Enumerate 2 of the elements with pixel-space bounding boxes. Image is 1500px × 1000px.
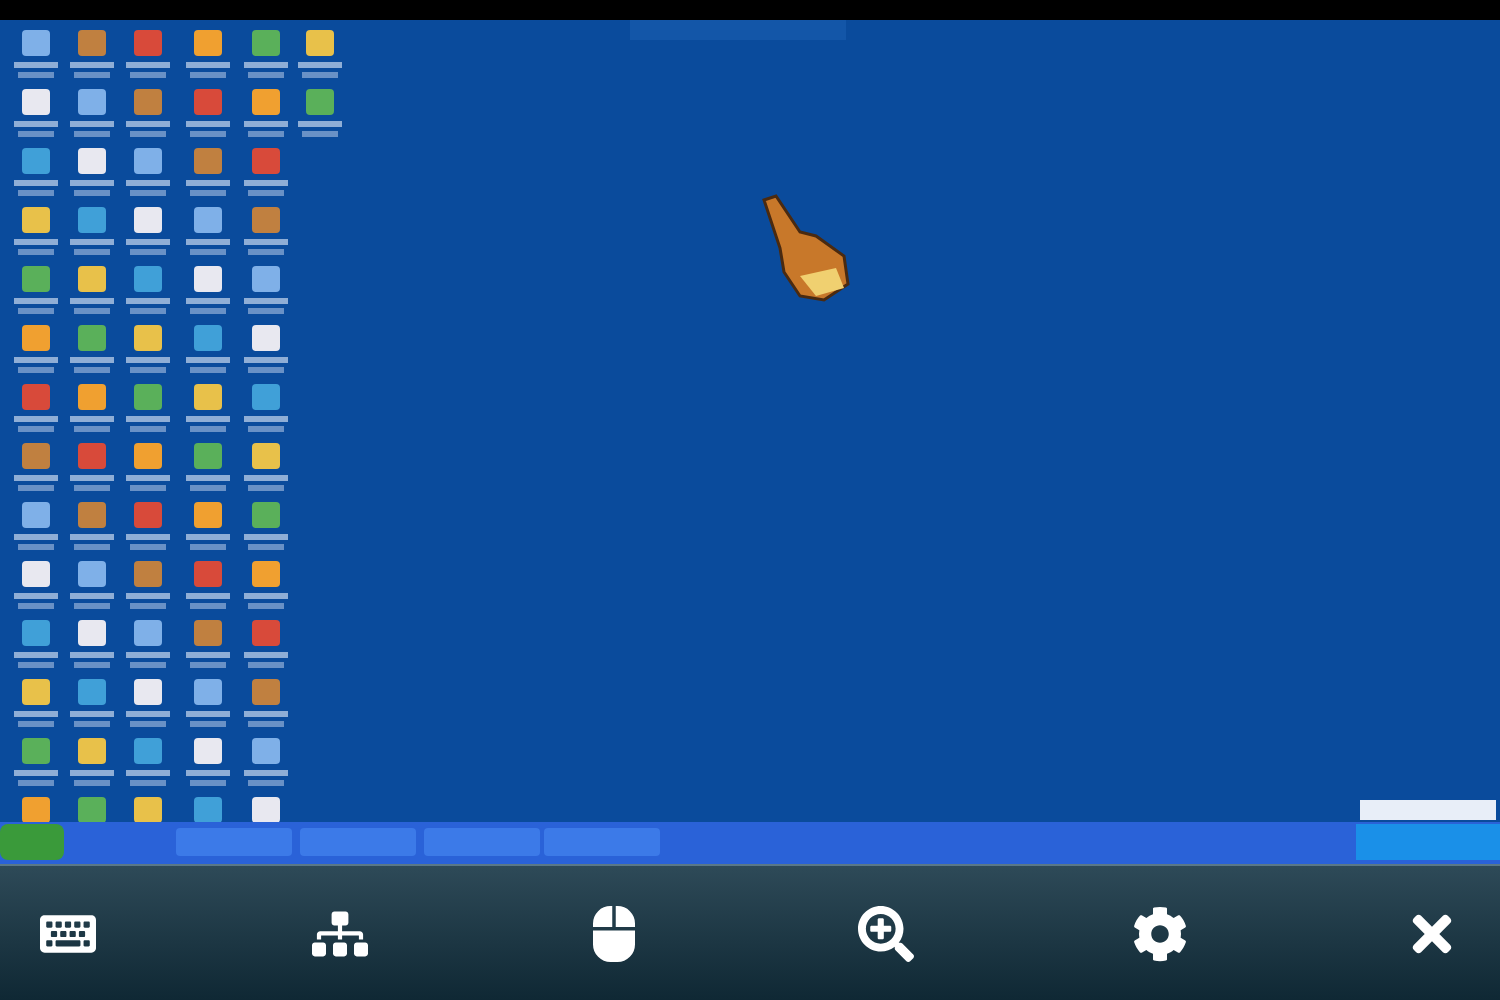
settings-icon	[1131, 905, 1188, 961]
zoom-in-icon	[858, 905, 915, 961]
